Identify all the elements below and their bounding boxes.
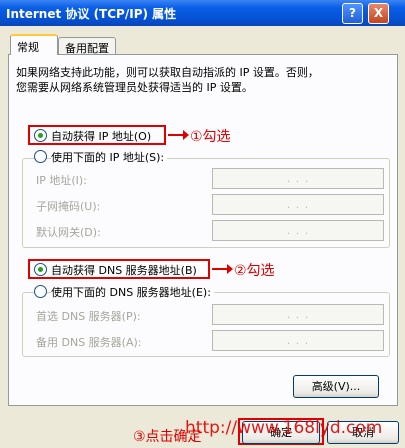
dns-auto-radio[interactable] [34,263,47,276]
dns-auto-label[interactable]: 自动获得 DNS 服务器地址(B) [51,262,197,278]
preferred-dns-field[interactable]: . . . [212,304,384,325]
ip-auto-label[interactable]: 自动获得 IP 地址(O) [51,128,151,144]
dns-manual-radio[interactable] [34,285,47,298]
preferred-dns-label: 首选 DNS 服务器(P): [36,310,141,323]
description-text: 如果网络支持此功能，则可以获取自动指派的 IP 设置。否则， 您需要从网络系统管… [16,66,319,94]
tab-general[interactable]: 常规 [10,34,58,55]
alternate-dns-label: 备用 DNS 服务器(A): [36,336,142,349]
annotation-arrow-1 [168,130,189,140]
ip-manual-label[interactable]: 使用下面的 IP 地址(S): [51,149,168,165]
annotation-step1: ①勾选 [190,129,231,145]
ip-address-label: IP 地址(I): [36,174,87,187]
alternate-dns-field[interactable]: . . . [212,330,384,351]
default-gateway-field[interactable]: . . . [212,220,384,241]
tab-alternate-config[interactable]: 备用配置 [58,37,116,55]
ip-manual-radio[interactable] [34,150,47,163]
watermark-text: http://www.168lyd.com [185,418,383,438]
window-title: Internet 协议 (TCP/IP) 属性 [6,7,177,21]
subnet-mask-field[interactable]: . . . [212,194,384,215]
subnet-mask-label: 子网掩码(U): [36,200,101,213]
ip-address-field[interactable]: . . . [212,168,384,189]
default-gateway-label: 默认网关(D): [36,226,101,239]
close-button[interactable]: X [368,3,389,24]
dns-manual-label[interactable]: 使用下面的 DNS 服务器地址(E): [51,284,214,300]
advanced-button[interactable]: 高级(V)... [293,375,379,398]
annotation-arrow-2 [212,264,233,274]
annotation-step2: ②勾选 [234,263,275,279]
help-button[interactable]: ? [342,3,363,24]
ip-auto-radio[interactable] [34,129,47,142]
